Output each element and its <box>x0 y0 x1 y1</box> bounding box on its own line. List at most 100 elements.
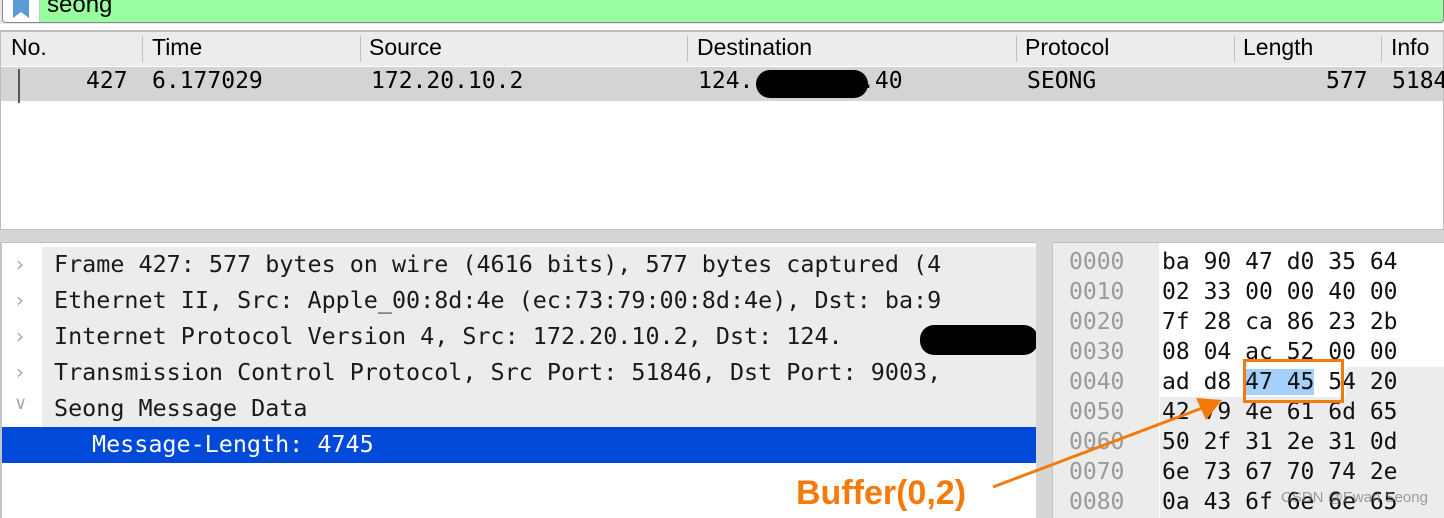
column-header-length[interactable]: Length <box>1243 34 1313 61</box>
hex-byte[interactable]: 35 <box>1328 249 1356 275</box>
column-header-source[interactable]: Source <box>369 34 442 61</box>
hex-byte[interactable]: 2e <box>1370 459 1398 485</box>
hex-byte[interactable]: 28 <box>1204 309 1232 335</box>
hex-byte[interactable]: ba <box>1162 249 1190 275</box>
chevron-right-icon[interactable]: › <box>16 360 24 384</box>
hex-byte[interactable]: 6f <box>1245 489 1273 515</box>
hex-byte[interactable]: 00 <box>1245 279 1273 305</box>
hex-offset: 0050 <box>1069 399 1125 425</box>
tree-item-message-length[interactable]: Message-Length: 4745 <box>2 427 1036 463</box>
packet-list: No. Time Source Destination Protocol Len… <box>0 30 1444 230</box>
display-filter-input[interactable]: seong <box>2 0 1444 23</box>
hex-byte[interactable]: 04 <box>1204 339 1232 365</box>
column-separator[interactable] <box>142 36 143 62</box>
chevron-right-icon[interactable]: › <box>16 288 24 312</box>
tree-item-ethernet[interactable]: › Ethernet II, Src: Apple_00:8d:4e (ec:7… <box>2 283 1036 319</box>
hex-byte[interactable]: 43 <box>1204 489 1232 515</box>
hex-byte[interactable]: 7f <box>1162 309 1190 335</box>
hex-row[interactable]: 0010 02 33 00 00 40 00 <box>1053 277 1444 307</box>
hex-byte-gap <box>1356 249 1370 275</box>
hex-bytes[interactable]: 50 2f 31 2e 31 0d <box>1162 429 1398 455</box>
hex-byte[interactable]: 0d <box>1370 429 1398 455</box>
column-header-protocol[interactable]: Protocol <box>1025 34 1109 61</box>
hex-byte[interactable]: 00 <box>1370 279 1398 305</box>
hex-byte[interactable]: 40 <box>1328 279 1356 305</box>
hex-byte[interactable]: 86 <box>1287 309 1315 335</box>
tree-item-tcp[interactable]: › Transmission Control Protocol, Src Por… <box>2 355 1036 391</box>
cell-info: 5184 <box>1392 68 1444 94</box>
hex-byte[interactable]: d0 <box>1287 249 1315 275</box>
cell-source: 172.20.10.2 <box>371 68 524 94</box>
chevron-down-icon[interactable]: ∨ <box>14 393 27 414</box>
hex-byte[interactable]: 33 <box>1204 279 1232 305</box>
chevron-right-icon[interactable]: › <box>16 252 24 276</box>
hex-byte-gap <box>1314 249 1328 275</box>
hex-byte[interactable]: 23 <box>1328 309 1356 335</box>
hex-byte[interactable]: 50 <box>1162 429 1190 455</box>
hex-byte[interactable]: d8 <box>1204 369 1232 395</box>
hex-byte[interactable]: 08 <box>1162 339 1190 365</box>
hex-byte[interactable]: 31 <box>1328 429 1356 455</box>
hex-row[interactable]: 0020 7f 28 ca 86 23 2b <box>1053 307 1444 337</box>
hex-byte[interactable]: 64 <box>1370 249 1398 275</box>
hex-bytes[interactable]: 02 33 00 00 40 00 <box>1162 279 1398 305</box>
cell-time: 6.177029 <box>152 68 263 94</box>
hex-byte[interactable]: 6e <box>1162 459 1190 485</box>
hex-row[interactable]: 0070 6e 73 67 70 74 2e <box>1053 457 1444 487</box>
hex-byte[interactable]: 20 <box>1370 369 1398 395</box>
hex-byte[interactable]: 2e <box>1287 429 1315 455</box>
hex-byte[interactable]: 42 <box>1162 399 1190 425</box>
hex-byte[interactable]: ad <box>1162 369 1190 395</box>
tree-item-seong-message-data[interactable]: ∨ Seong Message Data <box>2 391 1036 427</box>
column-header-info[interactable]: Info <box>1391 34 1429 61</box>
column-separator[interactable] <box>687 36 688 62</box>
tree-item-frame[interactable]: › Frame 427: 577 bytes on wire (4616 bit… <box>2 247 1036 283</box>
column-header-destination[interactable]: Destination <box>697 34 812 61</box>
hex-byte[interactable]: 74 <box>1328 459 1356 485</box>
column-separator[interactable] <box>360 36 361 62</box>
hex-byte[interactable]: 31 <box>1245 429 1273 455</box>
hex-row[interactable]: 0000 ba 90 47 d0 35 64 <box>1053 247 1444 277</box>
hex-byte-gap <box>1356 369 1370 395</box>
chevron-right-icon[interactable]: › <box>16 324 24 348</box>
hex-offset: 0060 <box>1069 429 1125 455</box>
hex-byte-gap <box>1314 309 1328 335</box>
hex-byte[interactable]: 02 <box>1162 279 1190 305</box>
column-header-no[interactable]: No. <box>11 34 47 61</box>
hex-byte[interactable]: 00 <box>1287 279 1315 305</box>
hex-byte[interactable]: 73 <box>1204 459 1232 485</box>
hex-byte[interactable]: 47 <box>1245 249 1273 275</box>
hex-byte-gap <box>1356 429 1370 455</box>
tree-item-ipv4[interactable]: › Internet Protocol Version 4, Src: 172.… <box>2 319 1036 355</box>
hex-byte[interactable]: 00 <box>1370 339 1398 365</box>
column-header-time[interactable]: Time <box>152 34 202 61</box>
hex-bytes[interactable]: ba 90 47 d0 35 64 <box>1162 249 1398 275</box>
hex-row[interactable]: 0060 50 2f 31 2e 31 0d <box>1053 427 1444 457</box>
hex-bytes[interactable]: 6e 73 67 70 74 2e <box>1162 459 1398 485</box>
hex-byte[interactable]: 0a <box>1162 489 1190 515</box>
bookmark-icon <box>13 0 29 18</box>
hex-byte[interactable]: 2f <box>1204 429 1232 455</box>
hex-byte-gap <box>1190 489 1204 515</box>
cell-length: 577 <box>1326 68 1368 94</box>
hex-byte[interactable]: 2b <box>1370 309 1398 335</box>
column-separator[interactable] <box>1016 36 1017 62</box>
watermark: CSDN @Ewan Seong <box>1281 489 1428 506</box>
hex-byte[interactable]: 70 <box>1287 459 1315 485</box>
pane-splitter-horizontal[interactable] <box>0 230 1444 242</box>
hex-byte[interactable]: ca <box>1245 309 1273 335</box>
hex-byte[interactable]: 67 <box>1245 459 1273 485</box>
hex-byte-gap <box>1273 459 1287 485</box>
hex-byte[interactable]: 65 <box>1370 399 1398 425</box>
hex-byte[interactable]: 90 <box>1204 249 1232 275</box>
packet-row[interactable]: 427 6.177029 172.20.10.2 124. .40 SEONG … <box>1 67 1444 103</box>
column-separator[interactable] <box>1381 36 1382 62</box>
hex-byte[interactable]: 79 <box>1204 399 1232 425</box>
pane-splitter-vertical[interactable] <box>1036 242 1052 518</box>
hex-bytes[interactable]: 7f 28 ca 86 23 2b <box>1162 309 1398 335</box>
column-separator[interactable] <box>1234 36 1235 62</box>
hex-byte-gap <box>1273 309 1287 335</box>
filter-bookmark-button[interactable] <box>3 0 40 22</box>
hex-byte-gap <box>1231 279 1245 305</box>
hex-byte-gap <box>1231 459 1245 485</box>
